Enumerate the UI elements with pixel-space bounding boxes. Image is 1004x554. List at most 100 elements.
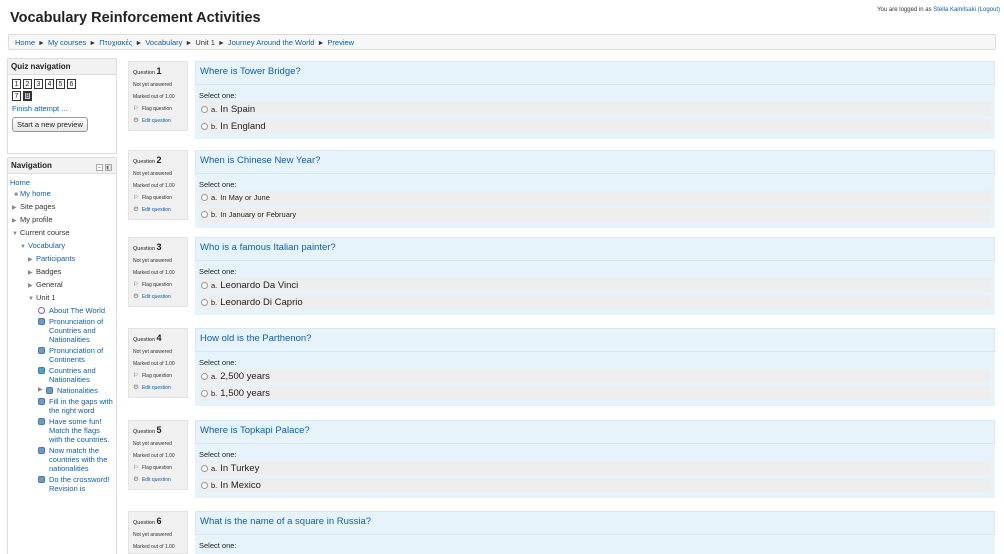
- flag-question-toggle[interactable]: ⚐ Flag question: [133, 370, 183, 382]
- flag-question-toggle[interactable]: ⚐ Flag question: [133, 192, 183, 204]
- question-text: Where is Tower Bridge?: [195, 61, 995, 85]
- collapse-arrow-icon[interactable]: ▼: [28, 294, 36, 305]
- collapse-arrow-icon[interactable]: ▼: [20, 242, 28, 253]
- quiz-nav-button-2[interactable]: 2: [23, 79, 32, 89]
- expand-icon[interactable]: ▶: [28, 268, 36, 279]
- question-text: How old is the Parthenon?: [195, 328, 995, 352]
- nav-activity-crossword[interactable]: Do the crossword! Revision is: [49, 475, 109, 493]
- nav-badges[interactable]: Badges: [36, 267, 61, 276]
- radio-button[interactable]: [201, 390, 208, 397]
- nav-activity-pronunciation-countries[interactable]: Pronunciation of Countries and Nationali…: [49, 317, 103, 344]
- flag-question-toggle[interactable]: ⚐ Flag question: [133, 462, 183, 474]
- radio-button[interactable]: [201, 465, 208, 472]
- option-text: In England: [220, 121, 266, 132]
- nav-activity-nationalities[interactable]: Nationalities: [57, 386, 98, 395]
- answer-option-a[interactable]: a. In Turkey: [199, 461, 991, 475]
- answer-option-a[interactable]: a. Leonardo Da Vinci: [199, 278, 991, 292]
- edit-question-link[interactable]: ⚙ Edit question: [133, 474, 183, 486]
- edit-question-label: Edit question: [141, 207, 171, 213]
- nav-current-course[interactable]: Current course: [20, 228, 70, 237]
- flag-question-label: Flag question: [142, 282, 173, 288]
- answer-option-a[interactable]: a. In Spain: [199, 102, 991, 116]
- nav-activity-match-flags[interactable]: Have some fun! Match the flags with the …: [49, 417, 109, 444]
- edit-question-link[interactable]: ⚙ Edit question: [133, 382, 183, 394]
- quiz-nav-button-3[interactable]: 3: [34, 79, 43, 89]
- flag-question-toggle[interactable]: ⚐ Flag question: [133, 279, 183, 291]
- nav-participants[interactable]: Participants: [36, 254, 75, 263]
- nav-site-pages[interactable]: Site pages: [20, 202, 55, 211]
- answer-option-b[interactable]: b. Leonardo Di Caprio: [199, 295, 991, 309]
- gear-icon: ⚙: [133, 384, 139, 391]
- question-mark: Marked out of 1.00: [133, 453, 175, 459]
- user-name-link[interactable]: Stella Kamitsaki: [933, 7, 976, 13]
- flag-question-toggle[interactable]: ⚐ Flag question: [133, 103, 183, 115]
- edit-question-link[interactable]: ⚙ Edit question: [133, 115, 183, 127]
- file-icon: [38, 318, 45, 325]
- answer-option-b[interactable]: b. 1,500 years: [199, 386, 991, 400]
- gear-icon: ⚙: [133, 117, 139, 124]
- quiz-nav-button-4[interactable]: 4: [45, 79, 54, 89]
- breadcrumb-home[interactable]: Home: [15, 38, 35, 47]
- answer-option-b[interactable]: b. In January or February: [199, 208, 991, 222]
- nav-my-profile[interactable]: My profile: [20, 215, 53, 224]
- option-text: In Mexico: [220, 480, 261, 491]
- radio-button[interactable]: [201, 194, 208, 201]
- breadcrumb-preview[interactable]: Preview: [327, 38, 354, 47]
- navigation-block: Navigation − ◧ Home ■ My home ▶ Site pages …: [7, 157, 117, 554]
- breadcrumb-quiz[interactable]: Journey Around the World: [228, 38, 315, 47]
- breadcrumb-course[interactable]: Vocabulary: [145, 38, 182, 47]
- file-icon: [38, 398, 45, 405]
- start-new-preview-button[interactable]: Start a new preview: [12, 117, 88, 132]
- question-label: Question: [133, 337, 156, 343]
- dock-icon[interactable]: −: [96, 164, 103, 171]
- expand-icon[interactable]: ▶: [28, 255, 36, 266]
- answer-option-b[interactable]: b. In England: [199, 119, 991, 133]
- expand-icon[interactable]: ▶: [12, 203, 20, 214]
- collapse-icon[interactable]: ◧: [105, 164, 112, 171]
- radio-button[interactable]: [201, 211, 208, 218]
- nav-activity-fill-gaps[interactable]: Fill in the gaps with the right word: [49, 397, 113, 415]
- breadcrumb-my-courses[interactable]: My courses: [48, 38, 86, 47]
- radio-button[interactable]: [201, 482, 208, 489]
- nav-my-home[interactable]: My home: [20, 189, 51, 198]
- edit-question-link[interactable]: ⚙ Edit question: [133, 204, 183, 216]
- nav-general[interactable]: General: [36, 280, 63, 289]
- bullet-icon: ■: [14, 192, 18, 198]
- nav-activity-match-nationalities[interactable]: Now match the countries with the nationa…: [49, 446, 107, 473]
- quiz-nav-button-1[interactable]: 1: [12, 79, 21, 89]
- select-one-prompt: Select one:: [199, 180, 237, 189]
- quiz-nav-button-5[interactable]: 5: [56, 79, 65, 89]
- answer-option-a[interactable]: a. In May or June: [199, 191, 991, 205]
- radio-button[interactable]: [201, 106, 208, 113]
- nav-activity-pronunciation-continents[interactable]: Pronunciation of Continents: [49, 346, 103, 364]
- quiz-nav-button-6[interactable]: 6: [67, 79, 76, 89]
- finish-attempt-link[interactable]: Finish attempt ...: [12, 104, 67, 113]
- quiz-nav-button-7[interactable]: 7: [12, 91, 21, 101]
- quiz-nav-button-8[interactable]: 8: [23, 91, 32, 101]
- nav-unit-1[interactable]: Unit 1: [36, 293, 56, 302]
- question-text: When is Chinese New Year?: [195, 150, 995, 174]
- radio-button[interactable]: [201, 299, 208, 306]
- question-mark: Marked out of 1.00: [133, 361, 175, 367]
- radio-button[interactable]: [201, 373, 208, 380]
- nav-home[interactable]: Home: [10, 178, 30, 187]
- answer-option-a[interactable]: a. 2,500 years: [199, 369, 991, 383]
- logout-link[interactable]: (Logout): [978, 7, 1000, 13]
- nav-course-vocabulary[interactable]: Vocabulary: [28, 241, 65, 250]
- expand-icon[interactable]: ▶: [28, 281, 36, 292]
- question-number: 5: [156, 425, 162, 435]
- expand-icon[interactable]: ▶: [12, 216, 20, 227]
- nav-activity-about-the-world[interactable]: About The World: [49, 306, 105, 315]
- radio-button[interactable]: [201, 123, 208, 130]
- collapse-arrow-icon[interactable]: ▼: [12, 229, 20, 240]
- question-label: Question: [133, 429, 156, 435]
- edit-question-link[interactable]: ⚙ Edit question: [133, 291, 183, 303]
- nav-activity-countries-nationalities[interactable]: Countries and Nationalities: [49, 366, 96, 384]
- answer-option-b[interactable]: b. In Mexico: [199, 478, 991, 492]
- expand-icon[interactable]: ▶: [38, 386, 43, 395]
- breadcrumb-category[interactable]: Πτυχιακές: [99, 38, 132, 47]
- flag-icon: ⚐: [133, 106, 139, 112]
- question-label: Question: [133, 520, 156, 526]
- radio-button[interactable]: [201, 282, 208, 289]
- question-mark: Marked out of 1.00: [133, 94, 175, 100]
